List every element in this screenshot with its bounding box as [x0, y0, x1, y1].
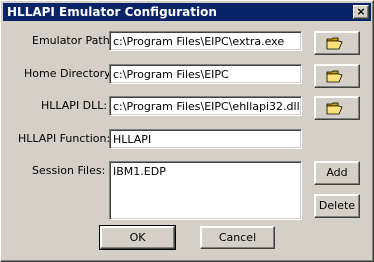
close-button[interactable]: × — [353, 5, 369, 19]
home-directory-field[interactable]: c:\Program Files\EIPC — [109, 64, 302, 84]
hllapi-function-field[interactable]: HLLAPI — [109, 129, 302, 149]
folder-open-icon — [326, 70, 343, 83]
cancel-button-label: Cancel — [218, 231, 257, 244]
browse-home-directory-button[interactable] — [314, 64, 360, 88]
folder-open-icon — [326, 102, 343, 115]
title-bar[interactable]: HLLAPI Emulator Configuration × — [3, 3, 371, 21]
folder-open-icon — [326, 37, 343, 50]
delete-button[interactable]: Delete — [314, 194, 360, 218]
window-title: HLLAPI Emulator Configuration — [7, 5, 217, 19]
hllapi-dll-label: HLLAPI DLL: — [41, 99, 108, 112]
cancel-button[interactable]: Cancel — [200, 226, 275, 249]
add-button-label: Add — [326, 166, 348, 179]
ok-button-label: OK — [129, 231, 146, 244]
list-item[interactable]: IBM1.EDP — [113, 165, 298, 178]
hllapi-function-label: HLLAPI Function: — [18, 132, 111, 145]
hllapi-dll-field[interactable]: c:\Program Files\EIPC\ehllapi32.dll — [109, 96, 302, 116]
close-icon: × — [356, 5, 366, 18]
ok-button[interactable]: OK — [99, 225, 176, 250]
dialog-window: HLLAPI Emulator Configuration × Emulator… — [0, 0, 374, 262]
session-files-listbox[interactable]: IBM1.EDP — [109, 161, 302, 220]
emulator-path-label: Emulator Path: — [32, 34, 114, 47]
add-button[interactable]: Add — [314, 161, 360, 185]
emulator-path-field[interactable]: c:\Program Files\EIPC\extra.exe — [109, 31, 302, 51]
browse-emulator-path-button[interactable] — [314, 31, 360, 55]
delete-button-label: Delete — [318, 199, 356, 212]
session-files-label: Session Files: — [32, 164, 106, 177]
home-directory-label: Home Directory: — [24, 67, 114, 80]
browse-hllapi-dll-button[interactable] — [314, 96, 360, 120]
